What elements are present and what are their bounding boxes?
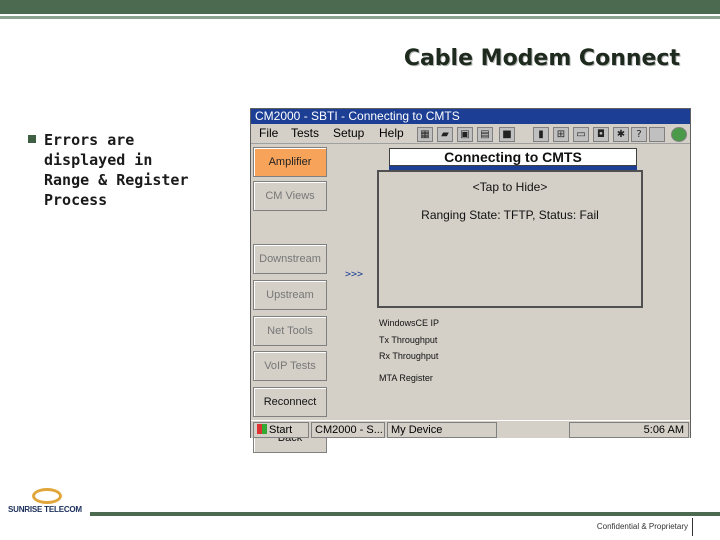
clock: 5:06 AM — [643, 424, 684, 436]
lock-icon[interactable]: ◘ — [593, 127, 609, 142]
start-button[interactable]: Start — [253, 422, 309, 438]
logo-swoosh-icon — [32, 488, 62, 504]
bullet-text: Errors are displayed in Range & Register… — [44, 131, 189, 209]
nav-amplifier-button[interactable]: Amplifier — [253, 147, 327, 177]
nav-net-tools-button[interactable]: Net Tools — [253, 316, 327, 346]
nav-cm-views-button[interactable]: CM Views — [253, 181, 327, 211]
menu-setup[interactable]: Setup — [333, 126, 364, 140]
stat-mta-register: MTA Register — [379, 373, 433, 383]
taskbar-my-device-button[interactable]: My Device — [387, 422, 497, 438]
status-globe-icon — [671, 127, 687, 142]
printer-icon[interactable]: ▭ — [573, 127, 589, 142]
taskbar: Start CM2000 - S... My Device 5:06 AM — [251, 420, 690, 438]
status-dialog[interactable]: <Tap to Hide> Ranging State: TFTP, Statu… — [377, 170, 643, 308]
settings-icon[interactable]: ✱ — [613, 127, 629, 142]
footer-divider — [692, 518, 693, 536]
bullet-item: Errors are displayed in Range & Register… — [28, 130, 228, 210]
header-rule — [0, 16, 720, 19]
windows-flag-icon — [257, 424, 267, 434]
system-tray: 5:06 AM — [569, 422, 689, 438]
window-title: CM2000 - SBTI - Connecting to CMTS — [251, 109, 690, 124]
nav-downstream-button[interactable]: Downstream — [253, 244, 327, 274]
device-screenshot: CM2000 - SBTI - Connecting to CMTS File … — [250, 108, 691, 453]
open-folder-icon[interactable]: ▰ — [437, 127, 453, 142]
tap-to-hide-label[interactable]: <Tap to Hide> — [379, 180, 641, 194]
save-icon[interactable]: ▣ — [457, 127, 473, 142]
bullet-square-icon — [28, 135, 36, 143]
nav-reconnect-button[interactable]: Reconnect — [253, 387, 327, 417]
ranging-status-message: Ranging State: TFTP, Status: Fail — [421, 208, 599, 222]
menu-tests[interactable]: Tests — [291, 126, 319, 140]
stat-tx-throughput: Tx Throughput — [379, 335, 438, 345]
stop-icon[interactable]: ■ — [499, 127, 515, 142]
menu-bar: File Tests Setup Help ▦ ▰ ▣ ▤ ■ ▮ ⊞ ▭ ◘ … — [251, 124, 690, 144]
nav-upstream-button[interactable]: Upstream — [253, 280, 327, 310]
stat-windowsce-ip: WindowsCE IP — [379, 318, 440, 328]
chart-icon[interactable]: ▮ — [533, 127, 549, 142]
checkbox-icon[interactable] — [649, 127, 665, 142]
help-icon[interactable]: ? — [631, 127, 647, 142]
footer-rule — [90, 512, 720, 516]
company-logo: SUNRISE TELECOM — [8, 488, 88, 520]
disk-icon[interactable]: ▤ — [477, 127, 493, 142]
nav-voip-tests-button[interactable]: VoIP Tests — [253, 351, 327, 381]
network-icon[interactable]: ⊞ — [553, 127, 569, 142]
slide-title: Cable Modem Connect — [403, 46, 680, 71]
dialog-title: Connecting to CMTS — [389, 148, 637, 166]
confidential-notice: Confidential & Proprietary — [596, 522, 688, 531]
menu-help[interactable]: Help — [379, 126, 404, 140]
start-label: Start — [269, 424, 293, 436]
grid-icon[interactable]: ▦ — [417, 127, 433, 142]
taskbar-app-button[interactable]: CM2000 - S... — [311, 422, 385, 438]
header-bar — [0, 0, 720, 14]
progress-arrows: >>> — [345, 269, 364, 280]
menu-file[interactable]: File — [259, 126, 278, 140]
logo-text: SUNRISE TELECOM — [8, 505, 82, 514]
stat-rx-throughput: Rx Throughput — [379, 351, 439, 361]
